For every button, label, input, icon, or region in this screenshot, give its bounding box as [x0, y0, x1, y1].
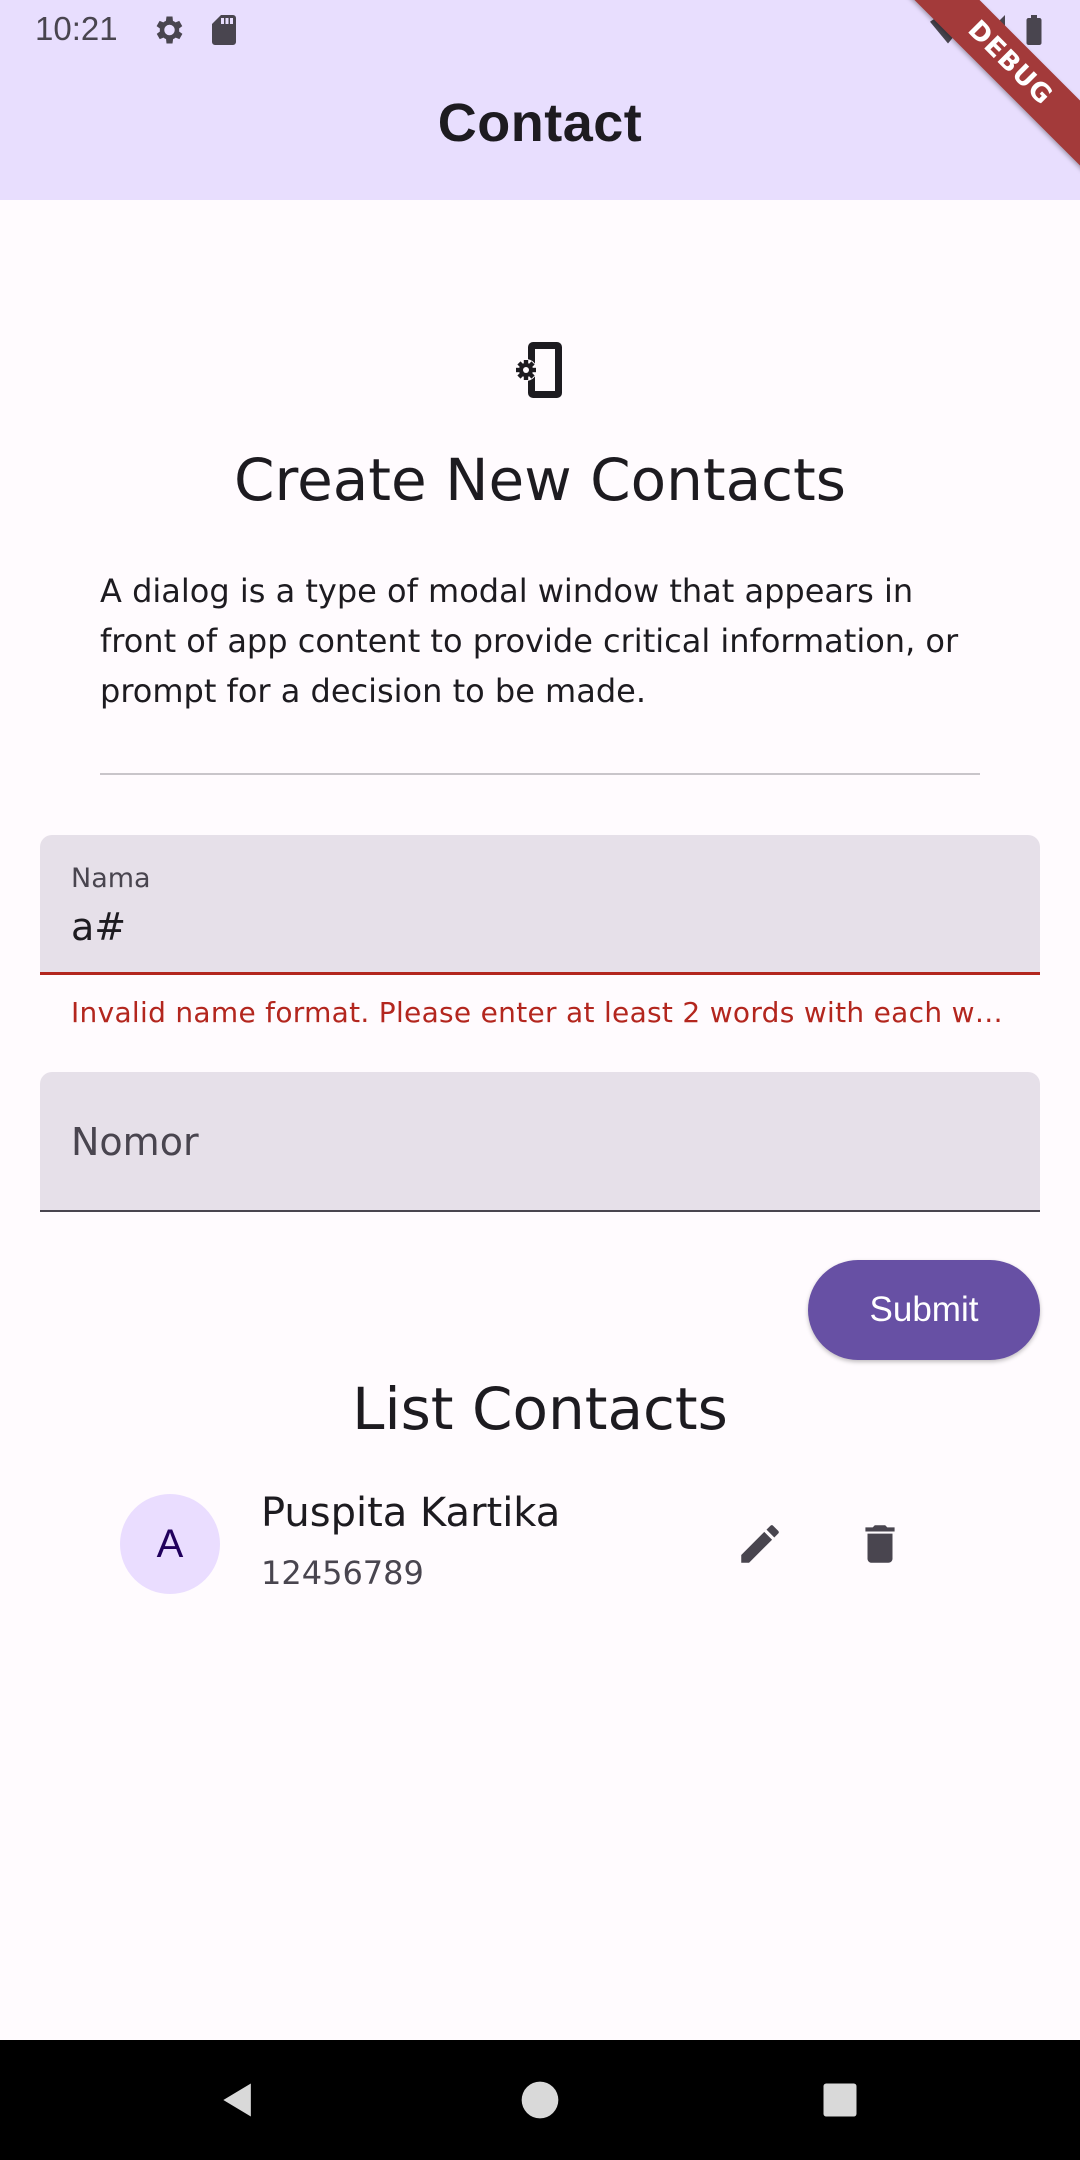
create-title: Create New Contacts: [234, 446, 846, 514]
phone-settings-icon: [515, 342, 562, 398]
nav-recents-button[interactable]: [780, 2040, 900, 2160]
home-icon: [521, 2081, 559, 2119]
avatar: A: [120, 1494, 220, 1594]
app-bar-title: Contact: [437, 93, 643, 153]
number-field[interactable]: Nomor: [40, 1072, 1040, 1212]
name-field[interactable]: Nama a#: [40, 835, 1040, 975]
contact-name: Puspita Kartika: [261, 1490, 561, 1536]
contact-number: 12456789: [261, 1554, 424, 1592]
divider: [100, 773, 980, 775]
trash-icon: [865, 1525, 895, 1563]
delete-button[interactable]: [850, 1514, 910, 1574]
nav-home-button[interactable]: [480, 2040, 600, 2160]
gear-icon: [156, 16, 183, 44]
list-title: List Contacts: [352, 1375, 728, 1443]
name-field-label: Nama: [71, 863, 151, 894]
status-time: 10:21: [35, 10, 118, 47]
name-error-text: Invalid name format. Please enter at lea…: [71, 996, 1011, 1029]
back-icon: [223, 2083, 251, 2117]
recents-icon: [823, 2083, 857, 2117]
nav-back-button[interactable]: [178, 2040, 298, 2160]
number-field-label: Nomor: [71, 1120, 199, 1164]
pencil-icon: [741, 1525, 779, 1563]
list-item[interactable]: A Puspita Kartika 12456789: [120, 1490, 960, 1594]
name-field-value: a#: [71, 905, 127, 949]
screen: 10:21 Contact DEBUG Create New Contacts …: [0, 0, 1080, 2160]
description-text: A dialog is a type of modal window that …: [100, 572, 959, 710]
app-bar: 10:21 Contact DEBUG: [0, 0, 1080, 200]
edit-button[interactable]: [730, 1514, 790, 1574]
system-nav-bar: [0, 2040, 1080, 2160]
sd-card-icon: [212, 15, 236, 45]
submit-button[interactable]: Submit: [808, 1260, 1040, 1360]
